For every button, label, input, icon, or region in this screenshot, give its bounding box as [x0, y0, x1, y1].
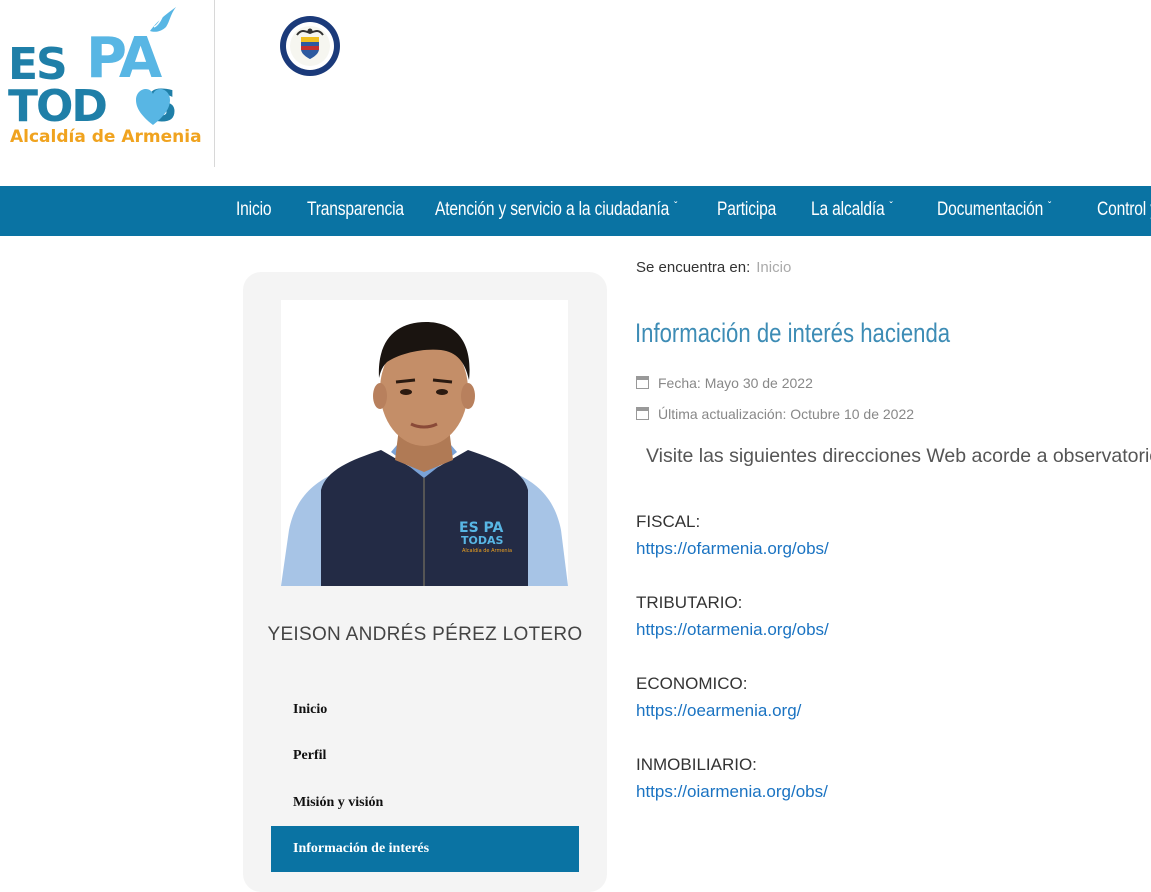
chevron-down-icon: ˇ [889, 199, 893, 213]
breadcrumb: Se encuentra en: Inicio [636, 259, 791, 276]
intro-text: Visite las siguientes direcciones Web ac… [646, 445, 1151, 467]
updated-date: Última actualización: Octubre 10 de 2022 [636, 406, 914, 422]
observatory-link-inmobiliario[interactable]: https://oiarmenia.org/obs/ [636, 782, 828, 802]
observatory-label-inmobiliario: INMOBILIARIO: [636, 755, 757, 774]
person-portrait: ES PA TODAS Alcaldía de Armenia [281, 300, 568, 586]
nav-transparencia[interactable]: Transparencia [307, 186, 404, 236]
heart-icon [136, 89, 170, 125]
calendar-icon [636, 407, 649, 420]
observatory-link-economico[interactable]: https://oearmenia.org/ [636, 701, 801, 721]
chevron-down-icon: ˇ [674, 199, 678, 213]
profile-sidebar: ES PA TODAS Alcaldía de Armenia YEISON A… [243, 272, 607, 892]
observatory-label-fiscal: FISCAL: [636, 512, 701, 531]
calendar-icon [636, 376, 649, 389]
colombia-seal-icon [280, 16, 340, 76]
sidebar-item-informacion-interes[interactable]: Información de interés [271, 826, 579, 872]
logo-text-pa: PA [86, 26, 162, 91]
header-divider [214, 0, 215, 167]
sidebar-item-mision-vision[interactable]: Misión y visión [271, 780, 579, 826]
nav-participa[interactable]: Participa [717, 186, 776, 236]
observatory-label-tributario: TRIBUTARIO: [636, 593, 743, 612]
vest-logo-line2: TODAS [461, 534, 503, 547]
breadcrumb-link-inicio[interactable]: Inicio [756, 259, 791, 276]
breadcrumb-prefix: Se encuentra en: [636, 259, 751, 276]
sidebar-item-perfil[interactable]: Perfil [271, 733, 579, 779]
site-header: ES PA TODS Alcaldía de Armenia [0, 0, 1151, 186]
page-title: Información de interés hacienda [635, 318, 951, 348]
observatory-link-fiscal[interactable]: https://ofarmenia.org/obs/ [636, 539, 829, 559]
es-pa-todas-logo[interactable]: ES PA TODS Alcaldía de Armenia [8, 5, 202, 155]
sidebar-item-inicio[interactable]: Inicio [271, 687, 579, 733]
profile-photo: ES PA TODAS Alcaldía de Armenia [281, 300, 568, 586]
nav-documentacion[interactable]: Documentación ˇ [937, 186, 1051, 236]
person-name: YEISON ANDRÉS PÉREZ LOTERO [267, 624, 583, 645]
logo-subtitle: Alcaldía de Armenia [10, 127, 202, 147]
main-nav: Inicio Transparencia Atención y servicio… [0, 186, 1151, 236]
observatory-link-tributario[interactable]: https://otarmenia.org/obs/ [636, 620, 829, 640]
observatory-label-economico: ECONOMICO: [636, 674, 748, 693]
nav-la-alcaldia[interactable]: La alcaldía ˇ [811, 186, 893, 236]
nav-control[interactable]: Control y [1097, 186, 1151, 236]
chevron-down-icon: ˇ [1048, 199, 1052, 213]
nav-inicio[interactable]: Inicio [236, 186, 272, 236]
vest-logo-line3: Alcaldía de Armenia [462, 547, 512, 554]
nav-atencion-servicio[interactable]: Atención y servicio a la ciudadanía ˇ [435, 186, 677, 236]
published-date: Fecha: Mayo 30 de 2022 [636, 375, 813, 391]
